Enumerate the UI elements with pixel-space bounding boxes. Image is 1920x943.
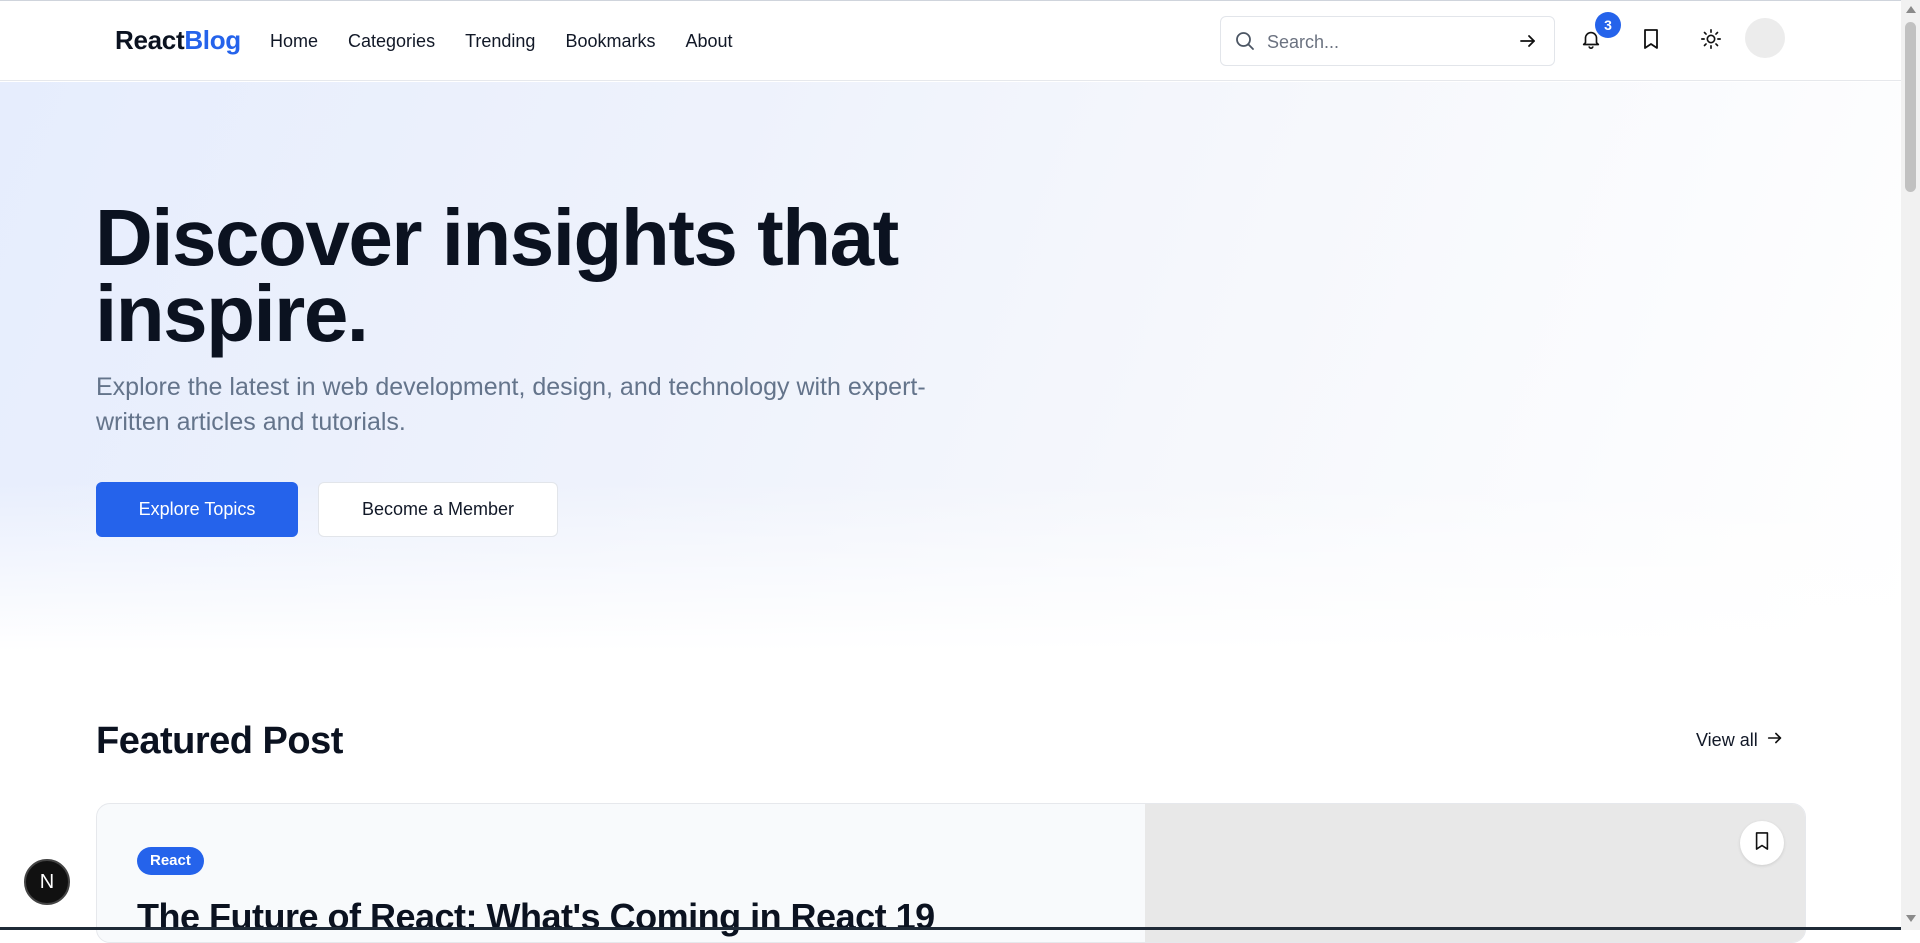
search-icon <box>1235 31 1255 56</box>
scroll-down-arrow-icon[interactable] <box>1906 915 1916 922</box>
hero-title: Discover insights that inspire. <box>95 193 899 358</box>
nav-link-trending[interactable]: Trending <box>465 31 535 52</box>
nav-link-bookmarks[interactable]: Bookmarks <box>565 31 655 52</box>
hero-section: Discover insights that inspire. Explore … <box>0 82 1901 652</box>
view-all-link[interactable]: View all <box>1696 729 1784 752</box>
n-letter-icon: N <box>39 870 55 893</box>
arrow-right-icon <box>1766 729 1784 752</box>
bookmark-icon <box>1641 28 1661 55</box>
featured-post-card[interactable]: React The Future of React: What's Coming… <box>96 803 1806 943</box>
search-input[interactable] <box>1265 29 1509 55</box>
main-nav: Home Categories Trending Bookmarks About <box>270 31 763 52</box>
become-member-button[interactable]: Become a Member <box>318 482 558 537</box>
nav-link-about[interactable]: About <box>685 31 732 52</box>
scroll-up-arrow-icon[interactable] <box>1906 6 1916 13</box>
sun-icon <box>1700 28 1722 55</box>
search-submit-arrow-icon[interactable] <box>1518 31 1538 56</box>
nav-link-categories[interactable]: Categories <box>348 31 435 52</box>
top-navbar: ReactBlog Home Categories Trending Bookm… <box>0 1 1901 81</box>
bookmark-post-button[interactable] <box>1740 821 1784 865</box>
scrollbar-thumb[interactable] <box>1905 22 1916 192</box>
bookmark-icon <box>1753 831 1771 856</box>
notification-count-badge: 3 <box>1595 12 1621 38</box>
hero-subtitle: Explore the latest in web development, d… <box>96 373 926 436</box>
site-logo[interactable]: ReactBlog <box>115 25 241 56</box>
user-avatar[interactable] <box>1745 18 1785 58</box>
page-scrollbar[interactable] <box>1901 0 1920 930</box>
logo-main-text: React <box>115 25 185 55</box>
featured-section-title: Featured Post <box>96 720 343 762</box>
featured-post-title[interactable]: The Future of React: What's Coming in Re… <box>137 896 935 938</box>
category-tag[interactable]: React <box>137 847 204 875</box>
search-box <box>1220 16 1555 66</box>
nav-link-home[interactable]: Home <box>270 31 318 52</box>
view-all-label: View all <box>1696 730 1758 750</box>
explore-topics-button[interactable]: Explore Topics <box>96 482 298 537</box>
floating-dev-tools-button[interactable]: N <box>24 859 70 905</box>
bookmarks-button[interactable] <box>1631 21 1671 61</box>
logo-accent-text: Blog <box>184 25 241 55</box>
theme-toggle-button[interactable] <box>1691 21 1731 61</box>
featured-post-image <box>1145 804 1805 942</box>
